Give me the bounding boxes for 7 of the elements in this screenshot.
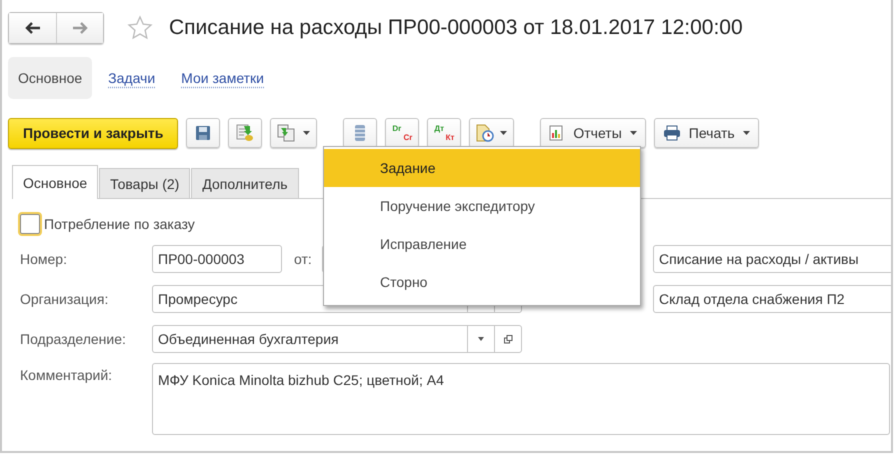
field-label: Комментарий: — [20, 366, 114, 383]
field-label: Подразделение: — [20, 331, 127, 347]
field-label: от: — [294, 251, 312, 267]
field-label: Номер: — [20, 251, 68, 267]
window-title: Списание на расходы ПР00-000003 от 18.01.2017 12:00:00 — [169, 16, 743, 40]
field-label: Организация: — [20, 291, 110, 307]
checkbox-label: Потребление по заказу — [44, 216, 195, 232]
